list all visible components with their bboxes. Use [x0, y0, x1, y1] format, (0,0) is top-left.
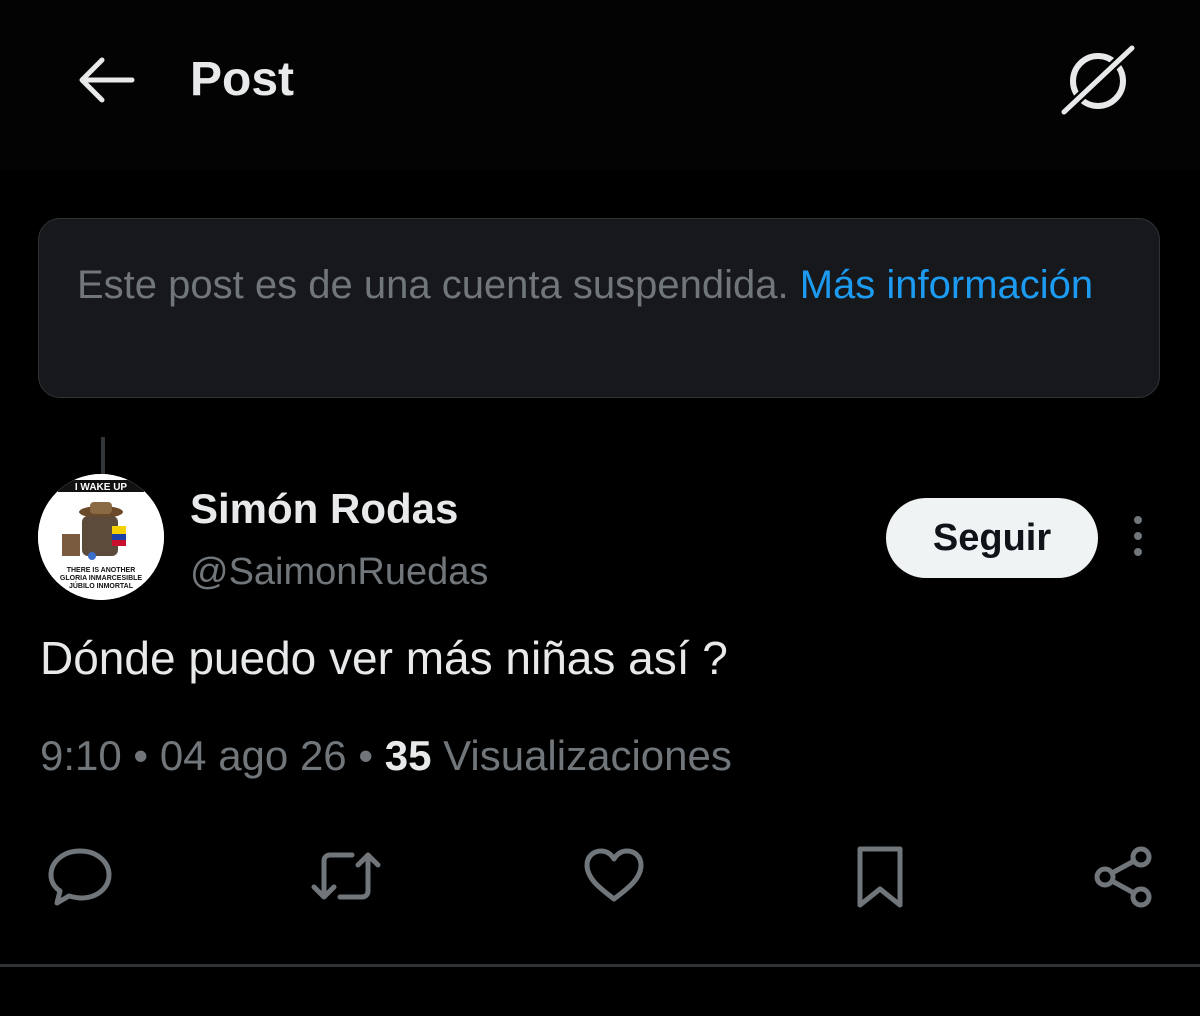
- author-handle[interactable]: @SaimonRuedas: [190, 548, 488, 596]
- post-time: 9:10: [40, 732, 122, 779]
- follow-button[interactable]: Seguir: [886, 498, 1098, 578]
- arrow-left-icon: [74, 55, 136, 110]
- back-button[interactable]: [70, 52, 140, 112]
- meta-separator: •: [133, 732, 149, 779]
- grok-slash-circle-icon: [1058, 42, 1138, 123]
- reply-button[interactable]: [40, 836, 120, 920]
- avatar-caption-3: JÚBILO INMORTAL: [69, 581, 134, 590]
- avatar-caption-2: GLORIA INMARCESIBLE: [60, 575, 143, 582]
- post-text: Dónde puedo ver más niñas así ?: [40, 632, 728, 684]
- reply-bubble-icon: [45, 843, 115, 914]
- author-display-name[interactable]: Simón Rodas: [190, 484, 458, 534]
- notice-text: Este post es de una cuenta suspendida.: [77, 263, 800, 307]
- meta-separator: •: [358, 732, 374, 779]
- like-button[interactable]: [574, 836, 654, 920]
- top-app-bar: Post: [0, 0, 1200, 170]
- thread-connector-line: [101, 437, 105, 475]
- repost-icon: [306, 843, 386, 914]
- share-button[interactable]: [1084, 836, 1164, 920]
- avatar-caption-1: THERE IS ANOTHER: [67, 567, 136, 574]
- suspended-account-notice: Este post es de una cuenta suspendida. M…: [38, 218, 1160, 398]
- repost-button[interactable]: [306, 836, 386, 920]
- grok-button[interactable]: [1058, 42, 1138, 123]
- vertical-dots-icon: [1128, 514, 1148, 563]
- avatar-top-text: I WAKE UP: [75, 482, 128, 493]
- divider: [0, 964, 1200, 967]
- avatar[interactable]: I WAKE UP THERE IS ANOTHER GLORIA INMARC…: [38, 474, 164, 600]
- views-label[interactable]: Visualizaciones: [443, 732, 732, 779]
- page-title: Post: [190, 53, 295, 106]
- bookmark-icon: [850, 841, 910, 916]
- more-info-link[interactable]: Más información: [800, 263, 1093, 307]
- heart-icon: [579, 843, 649, 914]
- views-count[interactable]: 35: [385, 732, 432, 779]
- post-date: 04 ago 26: [159, 732, 347, 779]
- bookmark-button[interactable]: [840, 836, 920, 920]
- action-bar: [0, 836, 1200, 926]
- post-meta: 9:10 • 04 ago 26 • 35 Visualizaciones: [40, 728, 732, 784]
- more-options-button[interactable]: [1118, 512, 1158, 564]
- share-icon: [1089, 841, 1159, 916]
